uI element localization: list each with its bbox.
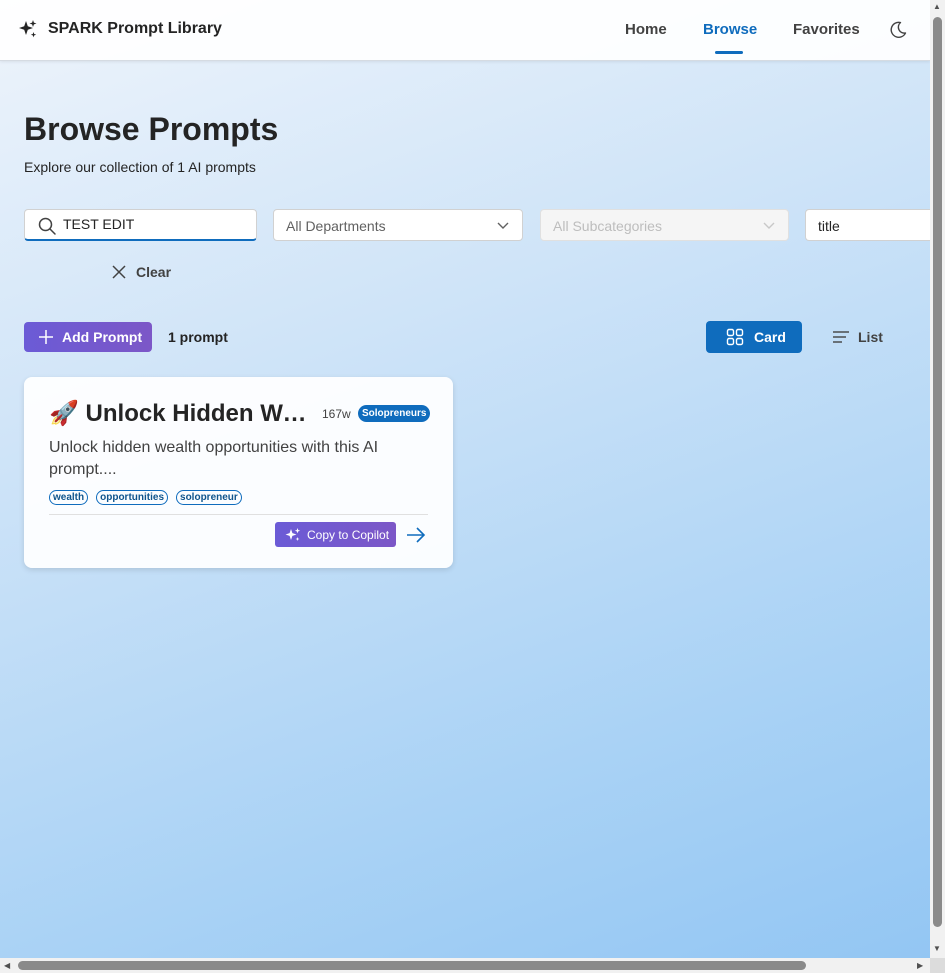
horizontal-scroll-thumb[interactable] bbox=[18, 961, 806, 970]
scrollbar-corner bbox=[930, 958, 945, 973]
arrow-right-icon[interactable] bbox=[405, 525, 427, 545]
brand-title: SPARK Prompt Library bbox=[48, 20, 222, 37]
scroll-left-icon[interactable]: ◀ bbox=[4, 961, 10, 970]
clear-label: Clear bbox=[136, 264, 172, 280]
department-select-value: All Departments bbox=[286, 218, 386, 234]
card-divider bbox=[49, 514, 428, 515]
tag[interactable]: opportunities bbox=[96, 490, 169, 505]
chevron-down-icon bbox=[763, 222, 775, 229]
tag[interactable]: wealth bbox=[49, 490, 89, 505]
scroll-down-icon[interactable]: ▼ bbox=[933, 944, 941, 953]
subcategory-select[interactable]: All Subcategories bbox=[540, 209, 789, 241]
nav-active-indicator bbox=[715, 51, 743, 54]
app-viewport: SPARK Prompt Library Home Browse Favorit… bbox=[0, 0, 930, 958]
scroll-up-icon[interactable]: ▲ bbox=[933, 2, 941, 11]
horizontal-scrollbar[interactable]: ◀ ▶ bbox=[0, 958, 930, 973]
search-box[interactable] bbox=[24, 209, 257, 241]
list-view-button[interactable]: List bbox=[832, 321, 883, 353]
vertical-scroll-thumb[interactable] bbox=[933, 17, 942, 927]
department-select[interactable]: All Departments bbox=[273, 209, 523, 241]
close-icon bbox=[112, 265, 126, 279]
prompt-card-title[interactable]: 🚀 Unlock Hidden Wealth Opportunities bbox=[49, 399, 311, 428]
subcategory-select-value: All Subcategories bbox=[553, 218, 662, 234]
page-title: Browse Prompts bbox=[24, 111, 279, 147]
word-count: 167w bbox=[322, 407, 351, 421]
nav-favorites[interactable]: Favorites bbox=[793, 21, 860, 38]
search-icon bbox=[38, 217, 56, 235]
tag-list: wealth opportunities solopreneur bbox=[49, 490, 250, 505]
plus-icon bbox=[39, 330, 53, 344]
clear-filters-button[interactable]: Clear bbox=[110, 263, 171, 281]
prompt-card[interactable]: 🚀 Unlock Hidden Wealth Opportunities 167… bbox=[24, 377, 453, 568]
list-icon bbox=[833, 331, 849, 343]
prompt-count: 1 prompt bbox=[168, 329, 228, 345]
card-view-label: Card bbox=[754, 329, 786, 345]
vertical-scrollbar[interactable]: ▲ ▼ bbox=[930, 0, 945, 958]
sparkle-icon bbox=[19, 20, 37, 38]
page-subtitle: Explore our collection of 1 AI prompts bbox=[24, 159, 256, 175]
department-badge: Solopreneurs bbox=[358, 405, 431, 422]
grid-icon bbox=[726, 328, 744, 346]
prompt-card-description: Unlock hidden wealth opportunities with … bbox=[49, 439, 379, 478]
top-nav-bar: SPARK Prompt Library Home Browse Favorit… bbox=[0, 0, 930, 61]
search-input[interactable] bbox=[63, 216, 243, 232]
copy-to-copilot-label: Copy to Copilot bbox=[307, 527, 390, 542]
moon-icon[interactable] bbox=[888, 20, 908, 40]
list-view-label: List bbox=[858, 329, 883, 345]
sort-select-value: title bbox=[818, 218, 840, 234]
card-view-button[interactable]: Card bbox=[706, 321, 802, 353]
add-prompt-label: Add Prompt bbox=[62, 329, 143, 345]
chevron-down-icon bbox=[497, 222, 509, 229]
brand[interactable]: SPARK Prompt Library bbox=[18, 19, 222, 39]
tag[interactable]: solopreneur bbox=[176, 490, 242, 505]
nav-browse[interactable]: Browse bbox=[703, 21, 757, 38]
nav-home[interactable]: Home bbox=[625, 21, 667, 38]
add-prompt-button[interactable]: Add Prompt bbox=[24, 322, 152, 352]
sort-select[interactable]: title bbox=[805, 209, 930, 241]
copy-to-copilot-button[interactable]: Copy to Copilot bbox=[275, 522, 396, 547]
sparkle-icon bbox=[285, 527, 301, 541]
scroll-right-icon[interactable]: ▶ bbox=[917, 961, 923, 970]
